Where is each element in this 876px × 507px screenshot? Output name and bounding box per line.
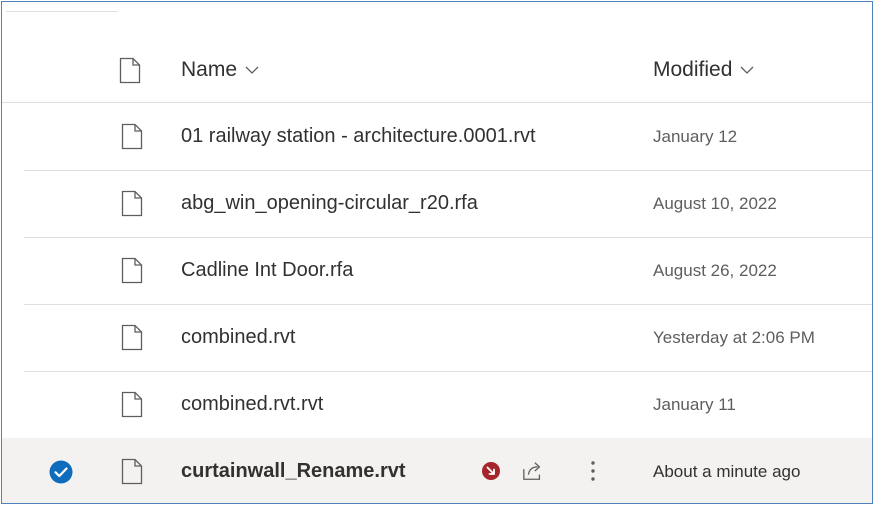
file-row[interactable]: Cadline Int Door.rfa August 26, 2022 [24,237,872,305]
file-modified: January 12 [653,127,738,146]
file-row[interactable]: combined.rvt.rvt January 11 [24,371,872,439]
chevron-down-icon [245,66,259,74]
file-modified: August 26, 2022 [653,261,777,280]
file-row[interactable]: abg_win_opening-circular_r20.rfa August … [24,170,872,238]
file-row[interactable]: combined.rvt Yesterday at 2:06 PM [24,304,872,372]
name-column-header[interactable]: Name [181,58,259,82]
file-row-selected[interactable]: curtainwall_Rename.rvt About a minute ag… [2,438,872,503]
file-type-column-icon[interactable] [119,57,141,84]
file-list-view: Name Modified 01 railway station - archi… [1,1,873,504]
file-icon [121,324,143,351]
modified-column-header[interactable]: Modified [653,58,754,82]
blocked-icon[interactable] [480,459,502,483]
file-row[interactable]: 01 railway station - architecture.0001.r… [24,103,872,171]
file-name-link[interactable]: Cadline Int Door.rfa [181,259,353,282]
file-name-link[interactable]: curtainwall_Rename.rvt [181,460,406,483]
file-icon [121,123,143,150]
file-name-link[interactable]: combined.rvt.rvt [181,393,323,416]
file-icon [121,190,143,217]
column-header-row: Name Modified [2,38,872,103]
file-modified: January 11 [653,395,736,414]
chevron-down-icon [740,66,754,74]
file-icon [121,257,143,284]
file-modified: August 10, 2022 [653,194,777,213]
file-name-link[interactable]: abg_win_opening-circular_r20.rfa [181,192,478,215]
file-modified: Yesterday at 2:06 PM [653,328,815,347]
more-vertical-icon[interactable] [582,459,604,483]
file-icon [121,391,143,418]
file-name-link[interactable]: combined.rvt [181,326,296,349]
file-name-link[interactable]: 01 railway station - architecture.0001.r… [181,125,536,148]
checkmark-circle-icon[interactable] [49,460,73,484]
share-icon[interactable] [522,459,544,483]
modified-header-label: Modified [653,58,733,81]
name-header-label: Name [181,58,238,81]
top-divider [6,5,118,12]
file-modified: About a minute ago [653,462,801,481]
file-icon [121,458,143,485]
